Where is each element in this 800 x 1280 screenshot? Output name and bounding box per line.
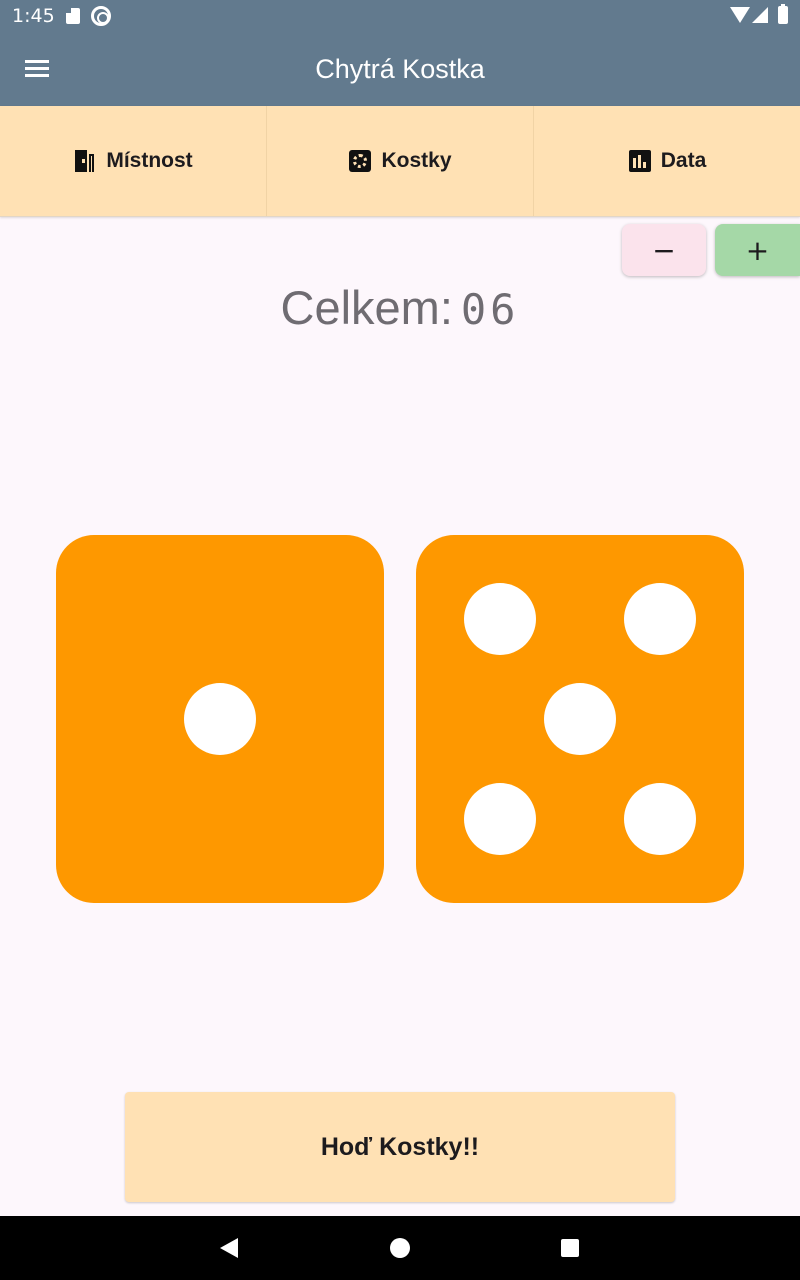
wifi-icon bbox=[730, 7, 750, 23]
tab-data-label: Data bbox=[660, 149, 707, 172]
die-pip bbox=[624, 783, 696, 855]
bar-chart-icon bbox=[628, 149, 652, 173]
battery-icon bbox=[778, 4, 788, 24]
total-display: Celkem: 06 bbox=[0, 280, 800, 335]
tab-bar: Místnost Kostky Data bbox=[0, 106, 800, 217]
sync-icon bbox=[91, 6, 111, 26]
die-pip bbox=[464, 583, 536, 655]
back-icon[interactable] bbox=[220, 1238, 238, 1258]
total-label: Celkem: bbox=[280, 281, 453, 334]
status-bar: 1:45 bbox=[0, 0, 800, 32]
recents-icon[interactable] bbox=[561, 1239, 579, 1257]
sd-card-icon bbox=[66, 8, 80, 24]
die-pip bbox=[544, 683, 616, 755]
cog-icon bbox=[348, 149, 372, 173]
roll-dice-button[interactable]: Hoď Kostky!! bbox=[125, 1092, 675, 1202]
hamburger-menu-icon[interactable] bbox=[16, 47, 60, 91]
navigation-bar bbox=[0, 1216, 800, 1280]
die-pip bbox=[184, 683, 256, 755]
die-pip bbox=[464, 783, 536, 855]
app-bar: Chytrá Kostka bbox=[0, 32, 800, 106]
tab-dice[interactable]: Kostky bbox=[267, 106, 534, 216]
status-time: 1:45 bbox=[12, 5, 55, 27]
die-2[interactable] bbox=[416, 535, 744, 903]
tab-room[interactable]: Místnost bbox=[0, 106, 267, 216]
die-pip bbox=[624, 583, 696, 655]
door-icon bbox=[73, 149, 97, 173]
tab-room-label: Místnost bbox=[106, 149, 193, 172]
signal-icon bbox=[752, 7, 768, 23]
tab-data[interactable]: Data bbox=[534, 106, 800, 216]
home-icon[interactable] bbox=[390, 1238, 410, 1258]
total-value: 06 bbox=[460, 285, 520, 334]
increase-dice-button[interactable]: + bbox=[715, 224, 800, 276]
app-title: Chytrá Kostka bbox=[315, 53, 485, 84]
die-1[interactable] bbox=[56, 535, 384, 903]
tab-dice-label: Kostky bbox=[381, 149, 452, 172]
decrease-dice-button[interactable]: − bbox=[622, 224, 706, 276]
